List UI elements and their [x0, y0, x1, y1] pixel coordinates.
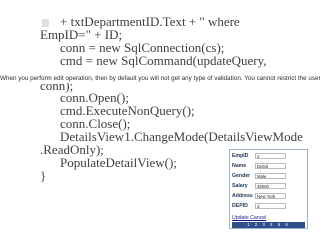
code-line-11: PopulateDetailView();: [60, 155, 177, 170]
cancel-link[interactable]: Cancel: [250, 215, 266, 221]
details-row-address: Address New York: [232, 192, 305, 200]
details-row-name: Name Debjit: [232, 162, 305, 170]
details-label: Gender: [232, 173, 251, 179]
details-label: Name: [232, 163, 247, 169]
details-label: DEPID: [232, 203, 248, 209]
salary-field[interactable]: 45000: [255, 183, 286, 189]
details-label: EmpID: [232, 153, 249, 159]
code-line-4: cmd = new SqlCommand(updateQuery,: [60, 53, 267, 68]
details-pager[interactable]: 1 2 3 4 5 6: [232, 222, 305, 228]
bullet-marker: [42, 19, 49, 27]
address-field[interactable]: New York: [255, 193, 286, 199]
validation-tooltip: When you perform edit operation, then by…: [0, 75, 320, 83]
details-row-gender: Gender Male: [232, 172, 305, 180]
details-view: EmpID 2 Name Debjit Gender Male Salary 4…: [229, 149, 308, 229]
details-row-salary: Salary 45000: [232, 182, 305, 190]
details-label: Address: [232, 193, 253, 199]
empid-field[interactable]: 2: [255, 153, 286, 159]
details-label: Salary: [232, 183, 248, 189]
details-row-empid: EmpID 2: [232, 152, 305, 160]
update-link[interactable]: Update: [232, 215, 249, 221]
gender-field[interactable]: Male: [255, 173, 286, 179]
details-row-depid: DEPID 3: [232, 202, 305, 210]
details-action-links: Update Cancel: [232, 215, 266, 221]
depid-field[interactable]: 3: [255, 203, 286, 209]
name-field[interactable]: Debjit: [255, 163, 286, 169]
code-line-12: }: [40, 168, 47, 183]
